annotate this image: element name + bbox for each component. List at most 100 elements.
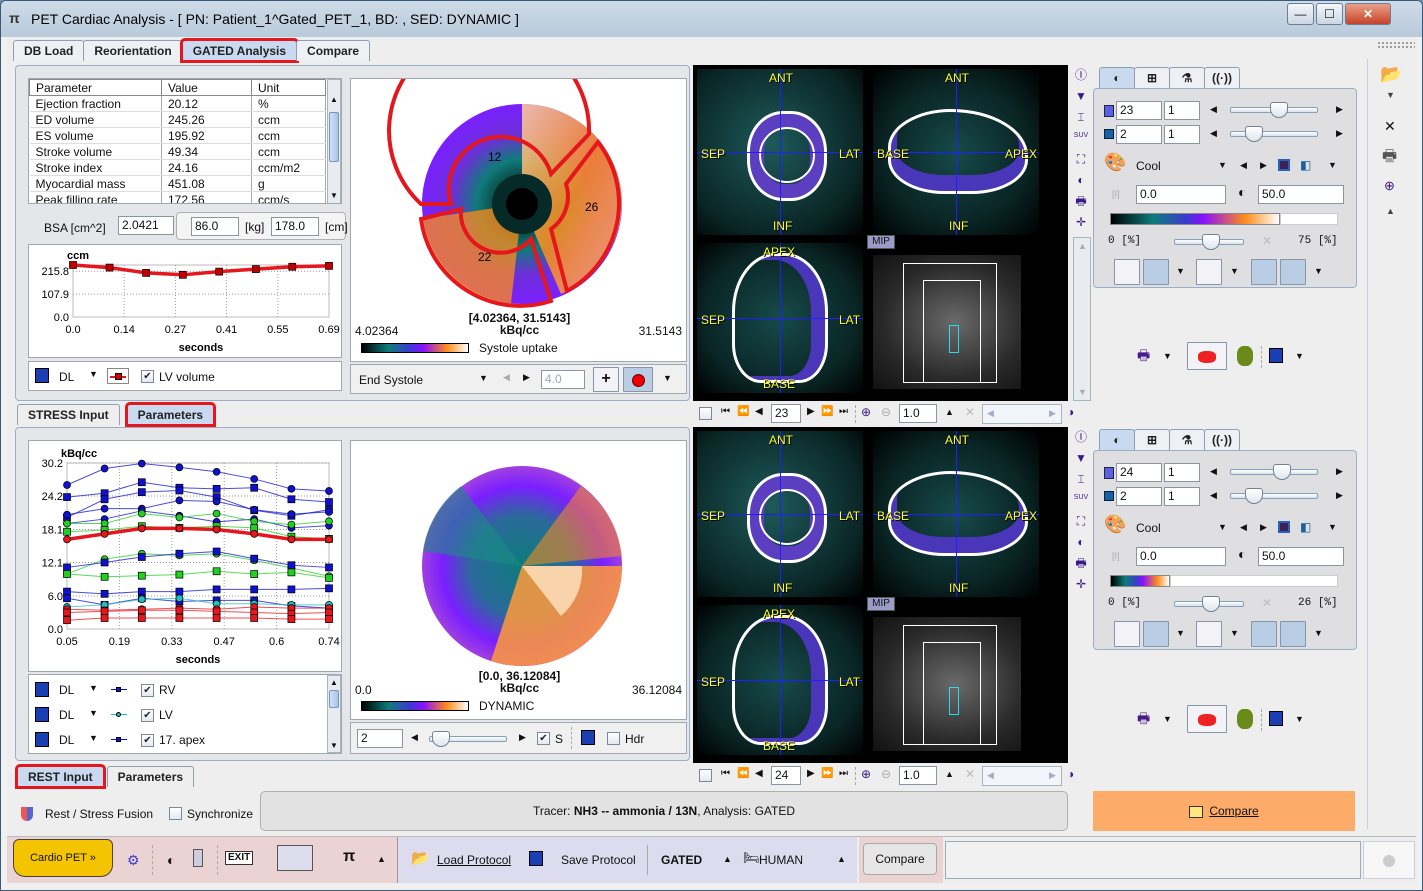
reset-zoom-icon[interactable]: ✕ — [965, 768, 975, 780]
dropdown-chevron-icon[interactable]: ▼ — [89, 370, 98, 379]
rest-polar-map[interactable] — [351, 441, 688, 671]
fusion-label[interactable]: Rest / Stress Fusion — [45, 807, 153, 821]
colormap-3d-icon[interactable]: ◧ — [1300, 159, 1311, 171]
colormap-select[interactable]: Cool — [1136, 159, 1161, 173]
reslice-icon[interactable]: ⌶ — [1073, 473, 1089, 485]
next-colormap-icon[interactable]: ▶ — [1260, 523, 1267, 532]
dropdown-chevron-icon[interactable]: ▼ — [1163, 352, 1172, 361]
fast-back-icon[interactable]: ⏪ — [737, 407, 749, 417]
dropdown-chevron-icon[interactable]: ▼ — [1176, 267, 1185, 276]
dropdown-chevron-icon[interactable]: ▼ — [1073, 452, 1089, 464]
mip-button[interactable]: MIP — [867, 235, 895, 249]
invert-icon[interactable] — [1278, 521, 1290, 533]
tab-gated-analysis[interactable]: GATED Analysis — [179, 38, 300, 63]
slice-field[interactable]: 24 — [771, 766, 801, 785]
mip-view[interactable] — [873, 255, 1021, 389]
reset-icon[interactable]: ✕ — [1262, 597, 1272, 609]
fusion-layout-button[interactable] — [1143, 259, 1169, 285]
gate-slider[interactable] — [1230, 126, 1318, 142]
first-slice-icon[interactable]: ⏮ — [721, 769, 730, 779]
plugin-icon[interactable]: ⚙ — [127, 853, 140, 867]
colorbar[interactable] — [1110, 575, 1170, 587]
colormap-dropdown-icon[interactable]: ▼ — [1218, 161, 1227, 170]
frame-slider[interactable] — [429, 731, 507, 747]
next-slice-icon[interactable]: ▶ — [807, 407, 815, 417]
lv-volume-checkbox[interactable]: ✔ — [141, 370, 154, 383]
stress-image-viewer[interactable]: ANT INF SEP LAT ANT INF BASE APEX MIP AP… — [693, 65, 1068, 401]
dropdown-chevron-icon[interactable]: ▼ — [89, 684, 98, 693]
contrast-icon[interactable]: ◐ — [1073, 174, 1089, 186]
table-row[interactable]: Stroke volume 49.34 ccm — [29, 143, 326, 160]
print-icon[interactable]: 🖶 — [1073, 195, 1089, 207]
exit-icon[interactable]: EXIT — [225, 851, 254, 865]
prev-icon[interactable]: ◀ — [1210, 491, 1217, 500]
reslice-icon[interactable]: ⌶ — [1073, 111, 1089, 123]
dropdown-chevron-icon[interactable]: ▼ — [89, 734, 98, 743]
open-folder-icon[interactable]: 📂 — [1380, 65, 1402, 83]
line-style-button[interactable] — [109, 732, 131, 748]
invert-icon[interactable] — [1278, 159, 1290, 171]
gate-step-field[interactable]: 1 — [1164, 487, 1200, 506]
horizontal-long-axis-view[interactable]: APEX BASE SEP LAT — [697, 243, 863, 393]
slider-knob[interactable] — [1269, 102, 1288, 118]
next-colormap-icon[interactable]: ▶ — [1260, 161, 1267, 170]
maximize-button[interactable]: ☐ — [1316, 3, 1343, 25]
save-icon[interactable] — [35, 368, 49, 383]
line-style-button[interactable] — [107, 368, 129, 384]
dropdown-chevron-icon[interactable]: ▼ — [1328, 523, 1337, 532]
print-icon[interactable]: 🖶 — [1137, 348, 1150, 362]
gate-field[interactable]: 2 — [1116, 125, 1162, 144]
suv-icon[interactable]: SUV — [1073, 132, 1089, 139]
tab-stress-input[interactable]: STRESS Input — [17, 404, 120, 425]
prev-icon[interactable]: ◀ — [503, 373, 510, 382]
next-slice-icon[interactable]: ▶ — [807, 769, 815, 779]
tab-stress-parameters[interactable]: Parameters — [124, 402, 217, 427]
select-checkbox[interactable] — [699, 407, 712, 420]
table-row[interactable]: Ejection fraction 20.12% — [29, 95, 326, 112]
slider-knob[interactable] — [1245, 126, 1263, 142]
table-row[interactable]: ED volume 245.26 ccm — [29, 111, 326, 128]
more-dropdown-icon[interactable]: ▼ — [663, 374, 672, 383]
dropdown-chevron-icon[interactable]: ▼ — [1314, 267, 1323, 276]
zoom-up-icon[interactable]: ▲ — [945, 770, 954, 779]
mip-view[interactable] — [873, 617, 1021, 751]
tab-reorientation[interactable]: Reorientation — [83, 40, 183, 61]
prev-slice-icon[interactable]: ◀ — [755, 407, 763, 417]
last-slice-icon[interactable]: ⏭ — [839, 769, 848, 779]
colorbar[interactable] — [1110, 213, 1280, 225]
first-slice-icon[interactable]: ⏮ — [721, 407, 730, 417]
column-header-value[interactable]: Value — [161, 79, 252, 96]
slice-field[interactable]: 23 — [771, 404, 801, 423]
zoom-out-icon[interactable]: ⊖ — [881, 768, 891, 780]
save-icon[interactable] — [1269, 711, 1283, 726]
scroll-left-icon[interactable]: ◀ — [987, 771, 994, 780]
reset-zoom-icon[interactable]: ✕ — [965, 406, 975, 418]
fit-icon[interactable]: ⛶ — [1073, 515, 1089, 527]
dropdown-chevron-icon[interactable]: ▼ — [1230, 267, 1239, 276]
crosshair-icon[interactable]: ✛ — [1073, 216, 1089, 228]
prev-icon[interactable]: ◀ — [1210, 105, 1217, 114]
expand-up-icon[interactable]: ▲ — [377, 855, 386, 864]
print-icon[interactable]: 🖶 — [1073, 557, 1089, 569]
dropdown-chevron-icon[interactable]: ▼ — [89, 709, 98, 718]
synchronize-checkbox[interactable] — [169, 807, 182, 820]
legend-scrollbar[interactable]: ▲ ▼ — [327, 675, 341, 753]
max-value-field[interactable]: 50.0 — [1258, 185, 1344, 204]
slider-knob[interactable] — [1273, 464, 1291, 480]
curve-checkbox[interactable]: ✔ — [141, 684, 154, 697]
zoom-in-icon[interactable]: ⊕ — [861, 768, 871, 780]
taskbar-compare-button[interactable]: Compare — [863, 843, 937, 875]
column-header-parameter[interactable]: Parameter — [29, 79, 162, 96]
frame-field[interactable]: 24 — [1116, 463, 1162, 482]
stress-polar-map[interactable]: 12 26 22 — [351, 79, 688, 309]
dropdown-chevron-icon[interactable]: ▼ — [1295, 715, 1304, 724]
load-protocol-button[interactable]: Load Protocol — [437, 853, 511, 867]
line-style-button[interactable] — [109, 682, 131, 698]
info-icon[interactable]: Ⓘ — [1073, 431, 1089, 443]
table-row[interactable]: ES volume 195.92 ccm — [29, 127, 326, 144]
height-field[interactable]: 178.0 — [271, 217, 319, 236]
species-up-icon[interactable]: ▲ — [837, 855, 846, 864]
calculator-icon[interactable] — [193, 849, 203, 867]
crosshair-icon[interactable]: ✛ — [1073, 578, 1089, 590]
select-checkbox[interactable] — [699, 769, 712, 782]
